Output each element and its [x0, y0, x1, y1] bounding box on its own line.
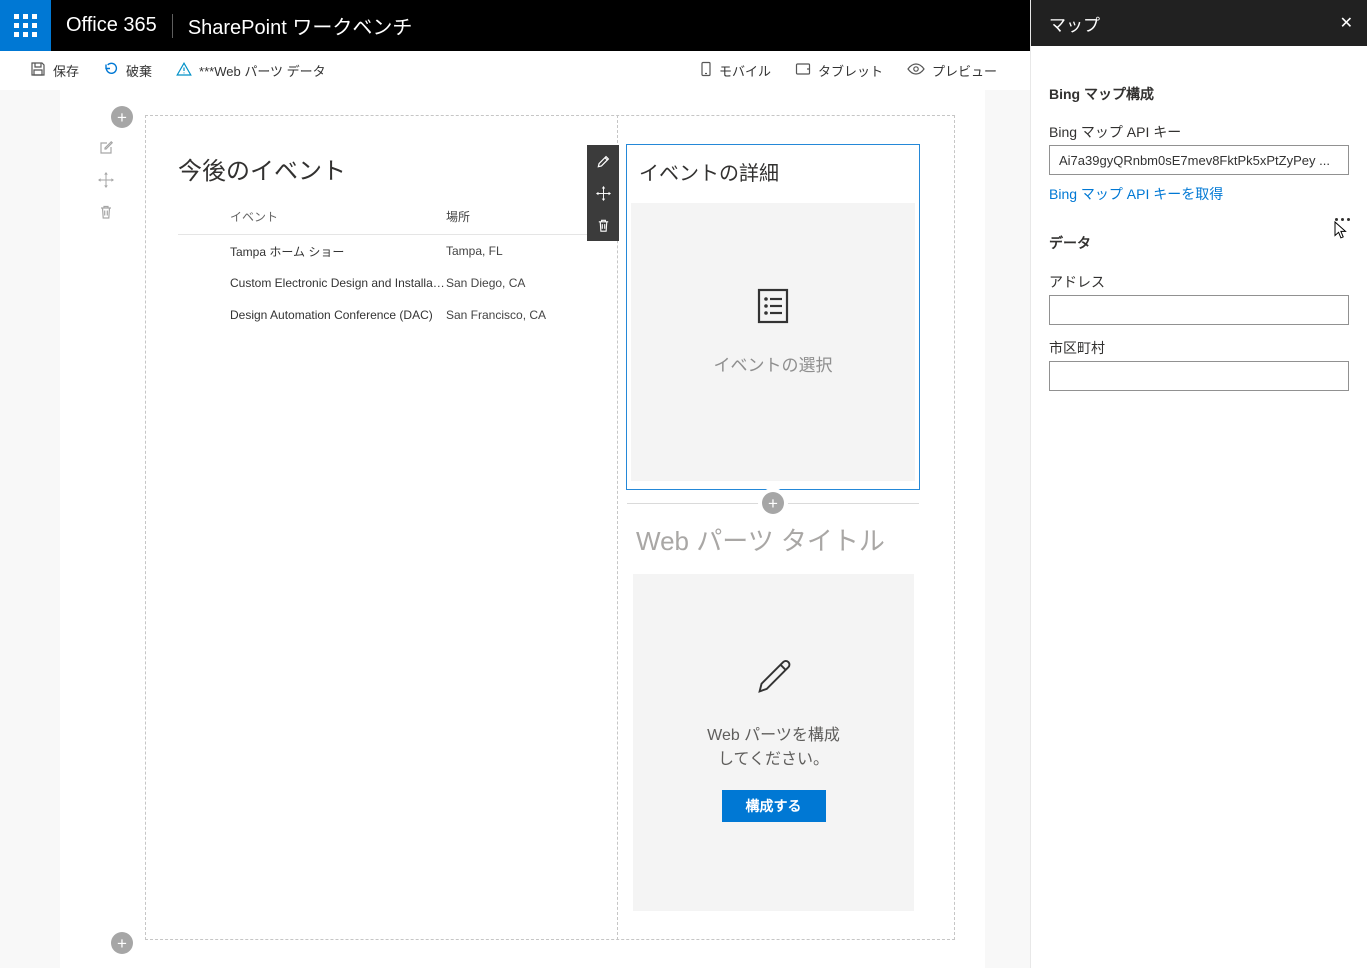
- preview-button[interactable]: プレビュー: [907, 61, 997, 80]
- events-table: イベント 場所 Tampa ホーム ショー Tampa, FL Custom E…: [178, 199, 592, 331]
- details-placeholder: イベントの選択: [631, 203, 915, 481]
- save-icon: [30, 61, 46, 80]
- event-name: Design Automation Conference (DAC): [178, 308, 446, 322]
- address-input[interactable]: [1049, 295, 1349, 325]
- undo-icon: [103, 61, 119, 80]
- event-name: Custom Electronic Design and Installatio…: [178, 276, 446, 290]
- details-webpart-title: イベントの詳細: [639, 157, 779, 186]
- tablet-icon: [795, 62, 811, 79]
- add-webpart-button[interactable]: +: [762, 492, 784, 514]
- tablet-preview-button[interactable]: タブレット: [795, 61, 883, 80]
- plus-icon: +: [768, 495, 778, 512]
- webpart-data-label: ***Web パーツ データ: [199, 61, 326, 80]
- pencil-icon: [751, 654, 797, 700]
- add-section-button-bottom[interactable]: +: [111, 932, 133, 954]
- mobile-preview-button[interactable]: モバイル: [700, 61, 771, 80]
- configure-message-line2: してください。: [707, 748, 840, 772]
- webpart-title-placeholder[interactable]: Web パーツ タイトル: [636, 521, 885, 558]
- property-pane: マップ ✕ Bing マップ構成 Bing マップ API キー Bing マッ…: [1030, 0, 1367, 968]
- workbench-page: Office 365 SharePoint ワークベンチ 保存 破棄: [0, 0, 1367, 968]
- suite-bar: Office 365 SharePoint ワークベンチ: [0, 0, 1030, 51]
- column-header-event: イベント: [178, 208, 446, 225]
- data-heading: データ: [1049, 233, 1091, 253]
- configure-webpart-placeholder[interactable]: Web パーツを構成 してください。 構成する: [633, 574, 914, 911]
- move-section-icon[interactable]: [97, 171, 115, 189]
- events-table-header: イベント 場所: [178, 199, 592, 235]
- configure-message-line1: Web パーツを構成: [707, 724, 840, 748]
- warning-triangle-icon: [176, 61, 192, 80]
- configure-button[interactable]: 構成する: [722, 790, 826, 822]
- plus-icon: +: [117, 109, 127, 126]
- eye-icon: [907, 62, 925, 79]
- section-toolbar: [97, 139, 115, 221]
- api-key-input[interactable]: [1049, 145, 1349, 175]
- event-details-webpart[interactable]: イベントの詳細 イベントの選択: [626, 144, 920, 490]
- column-header-location: 場所: [446, 208, 592, 225]
- city-label: 市区町村: [1049, 338, 1105, 358]
- mobile-label: モバイル: [719, 61, 771, 80]
- city-input[interactable]: [1049, 361, 1349, 391]
- event-location: San Francisco, CA: [446, 308, 592, 322]
- list-icon: [756, 287, 790, 325]
- edit-webpart-icon[interactable]: [587, 145, 619, 177]
- property-pane-header: マップ ✕: [1031, 0, 1367, 46]
- workbench-title: SharePoint ワークベンチ: [188, 11, 413, 40]
- discard-label: 破棄: [126, 61, 152, 80]
- api-key-label: Bing マップ API キー: [1049, 122, 1181, 142]
- property-pane-title: マップ: [1049, 11, 1100, 36]
- save-button[interactable]: 保存: [30, 61, 79, 80]
- edit-section-icon[interactable]: [97, 139, 115, 157]
- divider: [172, 14, 173, 38]
- app-launcher-icon[interactable]: [0, 0, 51, 51]
- webpart-toolbar: [587, 145, 619, 241]
- close-icon[interactable]: ✕: [1340, 0, 1353, 46]
- bing-config-heading: Bing マップ構成: [1049, 84, 1154, 104]
- table-row: Tampa ホーム ショー Tampa, FL: [178, 235, 592, 267]
- event-location: Tampa, FL: [446, 244, 592, 258]
- events-webpart-title: 今後のイベント: [178, 151, 346, 186]
- office-365-brand[interactable]: Office 365: [66, 14, 157, 37]
- event-location: San Diego, CA: [446, 276, 592, 290]
- move-webpart-icon[interactable]: [587, 177, 619, 209]
- discard-button[interactable]: 破棄: [103, 61, 152, 80]
- mobile-icon: [700, 61, 712, 80]
- table-row: Design Automation Conference (DAC) San F…: [178, 299, 592, 331]
- plus-icon: +: [117, 935, 127, 952]
- more-options-icon[interactable]: [1333, 216, 1352, 223]
- command-bar-right: モバイル タブレット プレビュー: [700, 61, 997, 80]
- mouse-cursor: [1334, 221, 1347, 240]
- command-bar-left: 保存 破棄 ***Web パーツ データ: [30, 61, 326, 80]
- save-label: 保存: [53, 61, 79, 80]
- table-row: Custom Electronic Design and Installatio…: [178, 267, 592, 299]
- delete-section-icon[interactable]: [97, 203, 115, 221]
- add-section-button-top[interactable]: +: [111, 106, 133, 128]
- event-name: Tampa ホーム ショー: [178, 243, 446, 260]
- tablet-label: タブレット: [818, 61, 883, 80]
- delete-webpart-icon[interactable]: [587, 209, 619, 241]
- address-label: アドレス: [1049, 272, 1105, 292]
- select-event-label: イベントの選択: [714, 351, 833, 376]
- webpart-data-button[interactable]: ***Web パーツ データ: [176, 61, 326, 80]
- get-api-key-link[interactable]: Bing マップ API キーを取得: [1049, 184, 1223, 204]
- preview-label: プレビュー: [932, 61, 997, 80]
- command-bar: 保存 破棄 ***Web パーツ データ モバイル: [0, 51, 1030, 90]
- configure-message: Web パーツを構成 してください。: [707, 724, 840, 772]
